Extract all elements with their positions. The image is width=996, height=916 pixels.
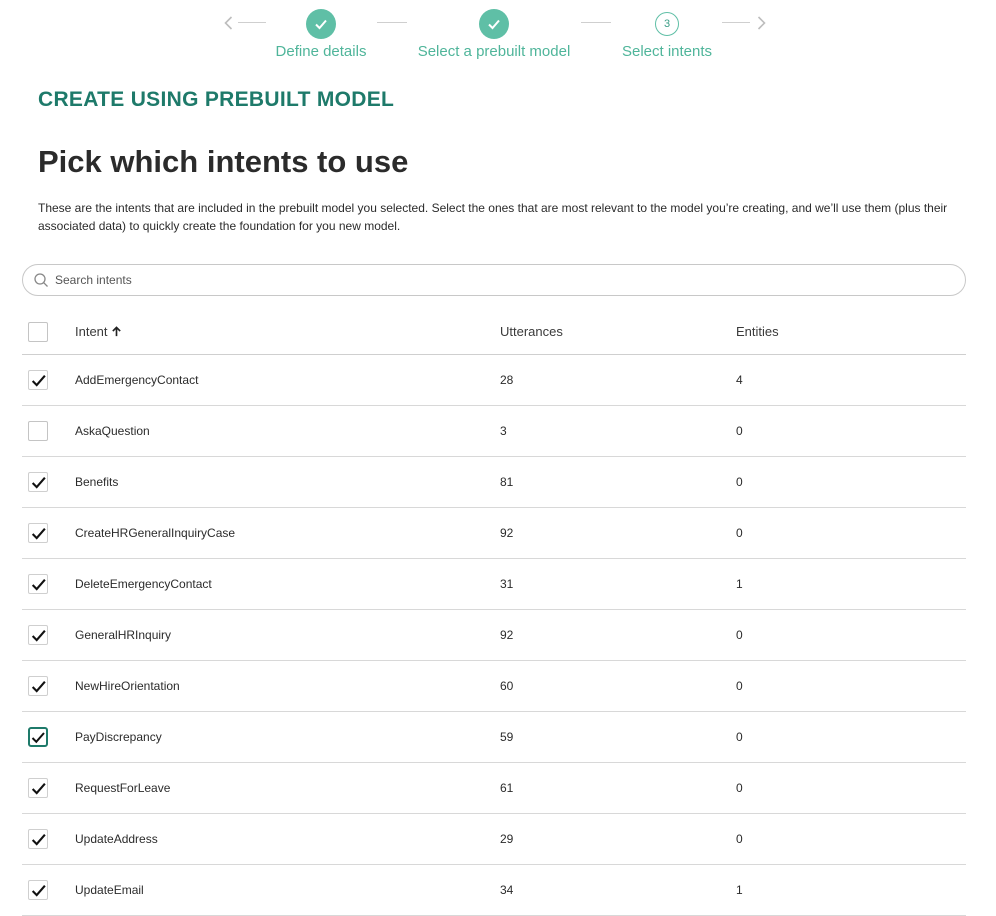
utterance-count: 92 — [500, 628, 514, 642]
step-2-label[interactable]: Select a prebuilt model — [418, 43, 571, 60]
entity-count: 0 — [736, 628, 743, 642]
utterance-count: 61 — [500, 781, 514, 795]
entity-count: 1 — [736, 577, 743, 591]
checkmark-icon — [31, 578, 46, 591]
column-header-intent[interactable]: Intent — [75, 309, 122, 354]
intents-table: Intent Utterances Entities AddEmergencyC… — [22, 309, 966, 916]
column-header-utterances[interactable]: Utterances — [500, 309, 563, 354]
table-row: RequestForLeave 61 0 — [22, 763, 966, 814]
entity-count: 4 — [736, 373, 743, 387]
row-checkbox[interactable] — [28, 880, 48, 900]
utterance-count: 81 — [500, 475, 514, 489]
table-row: GeneralHRInquiry 92 0 — [22, 610, 966, 661]
stepper: Define details Select a prebuilt model 3… — [0, 0, 996, 70]
row-checkbox[interactable] — [28, 727, 48, 747]
column-header-intent-label: Intent — [75, 324, 108, 339]
utterance-count: 3 — [500, 424, 507, 438]
entity-count: 0 — [736, 526, 743, 540]
utterance-count: 60 — [500, 679, 514, 693]
entity-count: 0 — [736, 730, 743, 744]
row-checkbox[interactable] — [28, 472, 48, 492]
table-row: PayDiscrepancy 59 0 — [22, 712, 966, 763]
intent-name: CreateHRGeneralInquiryCase — [75, 526, 236, 540]
checkmark-icon — [31, 374, 46, 387]
utterance-count: 34 — [500, 883, 514, 897]
step-3-label: Select intents — [621, 43, 713, 60]
table-header-row: Intent Utterances Entities — [22, 309, 966, 355]
row-checkbox[interactable] — [28, 778, 48, 798]
step-1-label[interactable]: Define details — [276, 43, 367, 60]
page-overline: CREATE USING PREBUILT MODEL — [38, 88, 395, 111]
search-input[interactable] — [53, 272, 937, 288]
checkmark-icon — [31, 731, 45, 743]
search-icon — [34, 273, 48, 287]
previous-step-arrow-icon[interactable] — [216, 10, 242, 36]
next-step-arrow-icon[interactable] — [748, 10, 774, 36]
row-checkbox[interactable] — [28, 574, 48, 594]
step-1-check-icon — [306, 9, 336, 39]
row-checkbox[interactable] — [28, 829, 48, 849]
row-checkbox[interactable] — [28, 625, 48, 645]
table-row: AddEmergencyContact 28 4 — [22, 355, 966, 406]
intent-name: UpdateEmail — [75, 883, 144, 897]
intent-name: AddEmergencyContact — [75, 373, 199, 387]
entity-count: 1 — [736, 883, 743, 897]
utterance-count: 28 — [500, 373, 514, 387]
utterance-count: 59 — [500, 730, 514, 744]
checkmark-icon — [31, 782, 46, 795]
checkmark-icon — [31, 884, 46, 897]
intent-name: PayDiscrepancy — [75, 730, 162, 744]
entity-count: 0 — [736, 475, 743, 489]
table-row: CreateHRGeneralInquiryCase 92 0 — [22, 508, 966, 559]
step-2-check-icon — [479, 9, 509, 39]
utterance-count: 92 — [500, 526, 514, 540]
row-checkbox[interactable] — [28, 370, 48, 390]
intent-name: NewHireOrientation — [75, 679, 180, 693]
row-checkbox[interactable] — [28, 676, 48, 696]
stepper-connector — [581, 22, 611, 23]
stepper-connector — [377, 22, 407, 23]
checkmark-icon — [31, 476, 46, 489]
page-title: Pick which intents to use — [38, 144, 409, 179]
intent-name: Benefits — [75, 475, 119, 489]
row-checkbox[interactable] — [28, 523, 48, 543]
step-3-number: 3 — [655, 12, 679, 36]
select-all-checkbox[interactable] — [28, 321, 48, 342]
intent-name: RequestForLeave — [75, 781, 171, 795]
page-description: These are the intents that are included … — [38, 201, 948, 233]
checkmark-icon — [31, 629, 46, 642]
utterance-count: 31 — [500, 577, 514, 591]
checkmark-icon — [31, 680, 46, 693]
table-row: Benefits 81 0 — [22, 457, 966, 508]
sort-ascending-arrow-icon — [111, 326, 121, 337]
table-row: NewHireOrientation 60 0 — [22, 661, 966, 712]
row-checkbox[interactable] — [28, 421, 48, 441]
table-row: AskaQuestion 3 0 — [22, 406, 966, 457]
checkmark-icon — [31, 527, 46, 540]
entity-count: 0 — [736, 832, 743, 846]
table-row: UpdateAddress 29 0 — [22, 814, 966, 865]
utterance-count: 29 — [500, 832, 514, 846]
stepper-connector — [238, 22, 266, 23]
table-row: UpdateEmail 34 1 — [22, 865, 966, 916]
entity-count: 0 — [736, 424, 743, 438]
intent-name: DeleteEmergencyContact — [75, 577, 212, 591]
entity-count: 0 — [736, 781, 743, 795]
checkmark-icon — [31, 833, 46, 846]
column-header-entities[interactable]: Entities — [736, 309, 779, 354]
entity-count: 0 — [736, 679, 743, 693]
search-box[interactable] — [22, 264, 966, 296]
intent-name: UpdateAddress — [75, 832, 158, 846]
intent-name: AskaQuestion — [75, 424, 150, 438]
table-row: DeleteEmergencyContact 31 1 — [22, 559, 966, 610]
intent-name: GeneralHRInquiry — [75, 628, 172, 642]
stepper-connector — [722, 22, 750, 23]
